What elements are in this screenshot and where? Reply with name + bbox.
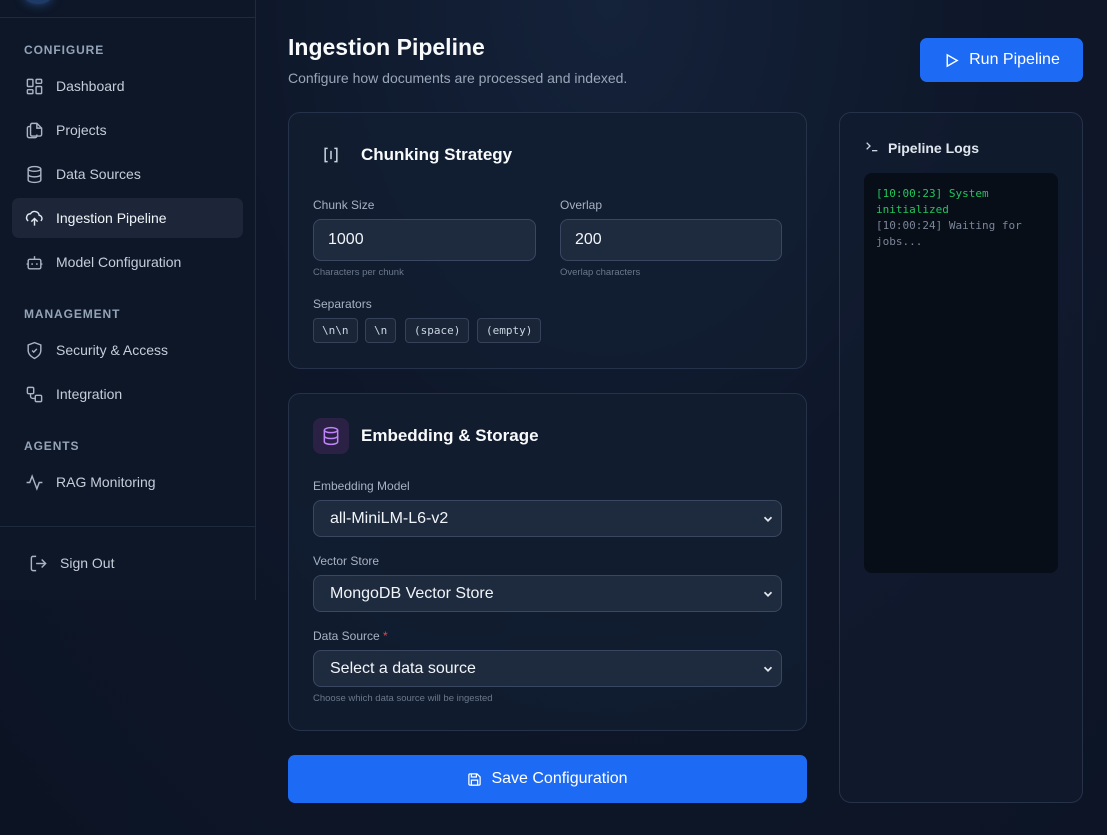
sidebar-item-security-access[interactable]: Security & Access: [12, 330, 243, 370]
dashboard-icon: [24, 76, 44, 96]
sidebar-item-label: Data Sources: [56, 166, 141, 182]
embedding-model-value: all-MiniLM-L6-v2: [330, 509, 449, 527]
page-subtitle: Configure how documents are processed an…: [288, 70, 628, 86]
data-source-value: Select a data source: [330, 659, 476, 677]
log-line: [10:00:23] System initialized: [876, 187, 989, 216]
sidebar-item-label: Dashboard: [56, 78, 125, 94]
data-source-label-text: Data Source: [313, 629, 380, 643]
sidebar-item-ingestion-pipeline[interactable]: Ingestion Pipeline: [12, 198, 243, 238]
embedding-model-select[interactable]: all-MiniLM-L6-v2: [313, 500, 782, 537]
chevron-down-icon: [763, 591, 773, 597]
sign-out-button[interactable]: Sign Out: [16, 543, 247, 583]
sidebar-item-integration[interactable]: Integration: [12, 374, 243, 414]
sidebar: CONFIGURE Dashboard Projects Data Source…: [0, 0, 256, 600]
chevron-down-icon: [763, 666, 773, 672]
vector-store-select[interactable]: MongoDB Vector Store: [313, 575, 782, 612]
separator-chip[interactable]: (empty): [477, 318, 542, 343]
sidebar-item-rag-monitoring[interactable]: RAG Monitoring: [12, 462, 243, 502]
sidebar-item-label: Integration: [56, 386, 123, 402]
chevron-down-icon: [763, 516, 773, 522]
divider: [0, 526, 255, 527]
section-label-agents: AGENTS: [24, 439, 80, 453]
overlap-label: Overlap: [560, 198, 603, 212]
sidebar-item-data-sources[interactable]: Data Sources: [12, 154, 243, 194]
log-out-icon: [28, 553, 48, 573]
upload-cloud-icon: [24, 208, 44, 228]
data-source-hint: Choose which data source will be ingeste…: [313, 693, 493, 704]
app-root: CONFIGURE Dashboard Projects Data Source…: [0, 0, 1107, 835]
save-icon: [468, 772, 482, 786]
play-icon: [946, 53, 959, 67]
sidebar-item-model-configuration[interactable]: Model Configuration: [12, 242, 243, 282]
section-label-management: MANAGEMENT: [24, 307, 121, 321]
data-source-select[interactable]: Select a data source: [313, 650, 782, 687]
required-marker: *: [383, 629, 388, 643]
section-label-configure: CONFIGURE: [24, 43, 105, 57]
chunk-size-label: Chunk Size: [313, 198, 375, 212]
save-configuration-label: Save Configuration: [491, 770, 628, 787]
overlap-input[interactable]: 200: [560, 219, 782, 261]
integration-icon: [24, 384, 44, 404]
save-configuration-button[interactable]: Save Configuration: [288, 755, 807, 803]
overlap-hint: Overlap characters: [560, 267, 641, 278]
sidebar-item-label: Projects: [56, 122, 107, 138]
logo: [24, 0, 52, 4]
log-line: [10:00:24] Waiting for jobs...: [876, 219, 1022, 248]
run-pipeline-label: Run Pipeline: [969, 51, 1060, 68]
sign-out-label: Sign Out: [60, 555, 115, 571]
page-title: Ingestion Pipeline: [288, 34, 485, 60]
shield-icon: [24, 340, 44, 360]
vector-store-label: Vector Store: [313, 554, 380, 568]
divider: [0, 17, 255, 18]
sidebar-item-label: Ingestion Pipeline: [56, 210, 167, 226]
brackets-icon: [313, 137, 349, 173]
sidebar-item-projects[interactable]: Projects: [12, 110, 243, 150]
database-icon: [313, 418, 349, 454]
pipeline-logs-title: Pipeline Logs: [888, 140, 980, 156]
run-pipeline-button[interactable]: Run Pipeline: [920, 38, 1083, 82]
embedding-model-label: Embedding Model: [313, 479, 410, 493]
sidebar-item-label: RAG Monitoring: [56, 474, 156, 490]
files-icon: [24, 120, 44, 140]
separator-chip[interactable]: \n: [365, 318, 397, 343]
separator-chip[interactable]: \n\n: [313, 318, 358, 343]
sidebar-item-label: Model Configuration: [56, 254, 182, 270]
bot-icon: [24, 252, 44, 272]
separator-chip[interactable]: (space): [405, 318, 470, 343]
database-icon: [24, 164, 44, 184]
chunk-size-hint: Characters per chunk: [313, 267, 404, 278]
chunking-strategy-title: Chunking Strategy: [361, 145, 513, 164]
chunk-size-input[interactable]: 1000: [313, 219, 536, 261]
data-source-label: Data Source *: [313, 629, 388, 643]
embedding-storage-title: Embedding & Storage: [361, 426, 539, 445]
separators-label: Separators: [313, 297, 372, 311]
activity-icon: [24, 472, 44, 492]
log-console[interactable]: [10:00:23] System initialized [10:00:24]…: [864, 173, 1058, 573]
sidebar-item-label: Security & Access: [56, 342, 169, 358]
terminal-icon: [866, 142, 878, 152]
vector-store-value: MongoDB Vector Store: [330, 584, 494, 602]
sidebar-item-dashboard[interactable]: Dashboard: [12, 66, 243, 106]
